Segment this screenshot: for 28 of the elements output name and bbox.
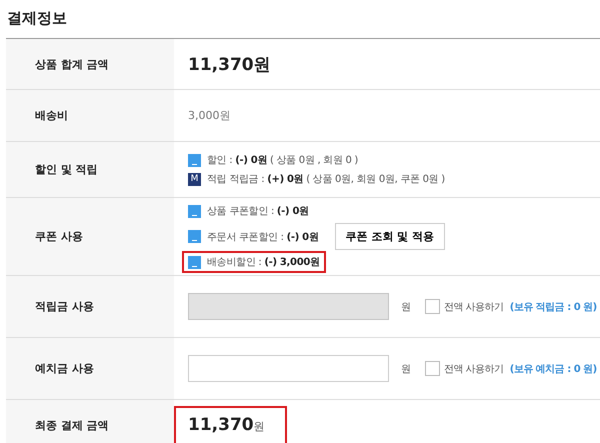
unit-text: 원 bbox=[401, 300, 411, 314]
row-label: 배송비 bbox=[6, 90, 174, 141]
checkbox-label: 전액 사용하기 bbox=[444, 362, 504, 376]
row-label: 쿠폰 사용 bbox=[6, 198, 174, 275]
value-text: 3,000원 bbox=[188, 108, 232, 123]
discount-line: 상품 쿠폰할인 : (-) 0원 bbox=[182, 200, 315, 222]
discount-line: 주문서 쿠폰할인 : (-) 0원 bbox=[182, 226, 325, 248]
badge-icon: M bbox=[188, 172, 201, 186]
amount-field[interactable] bbox=[188, 355, 389, 382]
balance-link[interactable]: (보유 예치금 : 0 원) bbox=[510, 362, 597, 376]
minus-icon bbox=[188, 230, 201, 243]
row-label: 최종 결제 금액 bbox=[6, 400, 174, 443]
checkbox[interactable] bbox=[425, 361, 440, 376]
row-label: 할인 및 적립 bbox=[6, 142, 174, 197]
row-label: 상품 합계 금액 bbox=[6, 39, 174, 89]
minus-icon bbox=[188, 154, 201, 166]
total-amount: 11,370원 bbox=[174, 406, 287, 443]
discount-line: M 적립 적립금 : (+) 0원 ( 상품 0원, 회원 0원, 쿠폰 0원 ) bbox=[182, 168, 451, 190]
minus-icon bbox=[188, 204, 201, 218]
coupon-button[interactable]: 쿠폰 조회 및 적용 bbox=[334, 223, 446, 250]
row-label: 적립금 사용 bbox=[6, 276, 174, 337]
discount-line: 할인 : (-) 0원 ( 상품 0원 , 회원 0 ) bbox=[182, 149, 364, 171]
section-title: 결제정보 bbox=[6, 8, 68, 29]
checkbox-label: 전액 사용하기 bbox=[444, 300, 504, 314]
minus-icon bbox=[188, 256, 201, 268]
amount-text: 11,370원 bbox=[188, 54, 272, 76]
unit-text: 원 bbox=[401, 362, 411, 376]
row-label: 예치금 사용 bbox=[6, 338, 174, 399]
